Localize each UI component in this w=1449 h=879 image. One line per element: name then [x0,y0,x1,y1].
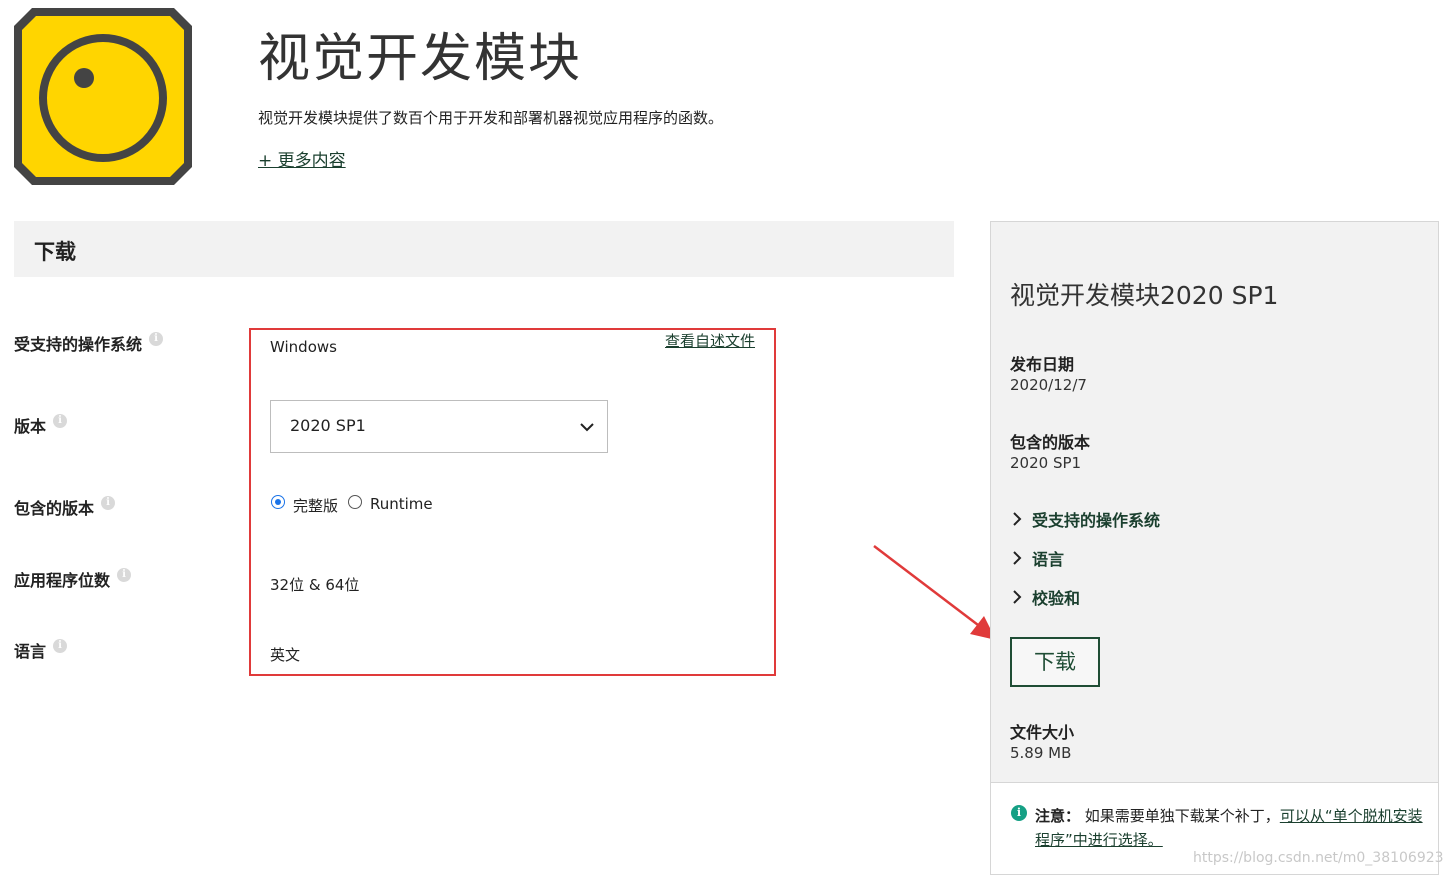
page-title: 视觉开发模块 [258,29,583,89]
expander-supported-os[interactable]: 受支持的操作系统 [1012,507,1160,531]
chevron-right-icon [1013,590,1022,604]
version-select-value: 2020 SP1 [290,416,366,435]
release-date-value: 2020/12/7 [1010,376,1087,394]
watermark: https://blog.csdn.net/m0_38106923 [1193,850,1444,866]
version-select[interactable]: 2020 SP1 [270,400,608,453]
bitness-label-text: 应用程序位数 [14,571,111,590]
chevron-right-icon [1013,551,1022,565]
notice-text: 注意： 如果需要单独下载某个补丁，可以从“单个脱机安装程序”中进行选择。 [1035,804,1430,852]
download-section-header [14,221,954,277]
panel-included-edition-value: 2020 SP1 [1010,454,1082,472]
notice-body: 如果需要单独下载某个补丁， [1084,807,1280,825]
radio-runtime-label[interactable]: Runtime [370,495,433,513]
language-label-text: 语言 [14,642,47,661]
bitness-value: 32位 & 64位 [270,576,360,594]
info-icon[interactable]: i [53,639,68,653]
page-description: 视觉开发模块提供了数百个用于开发和部署机器视觉应用程序的函数。 [258,109,724,127]
version-label-text: 版本 [14,417,47,436]
version-label: 版本 i [14,413,68,437]
language-label: 语言 i [14,638,68,662]
readme-link[interactable]: 查看自述文件 [665,330,755,351]
panel-included-edition-label: 包含的版本 [1010,433,1091,452]
notice-label: 注意： [1035,807,1081,825]
info-icon: i [1011,805,1027,821]
info-icon[interactable]: i [101,496,116,510]
expander-label: 受支持的操作系统 [1032,511,1161,530]
expander-language[interactable]: 语言 [1012,546,1064,570]
bitness-label: 应用程序位数 i [14,567,132,591]
file-size-label: 文件大小 [1010,723,1075,742]
included-edition-label: 包含的版本 i [14,495,116,519]
os-label-text: 受支持的操作系统 [14,335,143,354]
more-content-link[interactable]: + 更多内容 [258,146,346,171]
panel-title: 视觉开发模块2020 SP1 [1010,281,1279,310]
arrow-annotation [873,545,996,640]
chevron-right-icon [1013,512,1022,526]
info-icon[interactable]: i [149,332,164,346]
expander-label: 语言 [1032,550,1065,569]
chevron-down-icon [580,423,594,432]
info-icon[interactable]: i [53,414,68,428]
expander-label: 校验和 [1032,589,1081,608]
language-value: 英文 [270,646,301,664]
os-value: Windows [270,338,337,356]
radio-full-edition[interactable] [271,495,285,509]
product-logo [14,8,192,185]
download-section-title: 下载 [34,240,76,264]
expander-checksum[interactable]: 校验和 [1012,585,1080,609]
download-button[interactable]: 下载 [1010,637,1100,687]
info-icon[interactable]: i [117,568,132,582]
os-label: 受支持的操作系统 i [14,331,164,355]
release-date-label: 发布日期 [1010,355,1075,374]
included-edition-label-text: 包含的版本 [14,499,95,518]
file-size-value: 5.89 MB [1010,744,1072,762]
radio-full-edition-label[interactable]: 完整版 [293,495,338,516]
radio-runtime[interactable] [348,495,362,509]
